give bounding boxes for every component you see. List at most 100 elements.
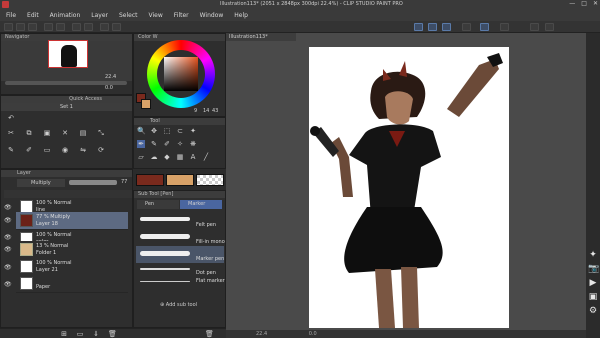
undo-button[interactable] bbox=[44, 23, 53, 31]
visibility-eye-icon[interactable]: 👁 bbox=[4, 281, 12, 288]
visibility-eye-icon[interactable]: 👁 bbox=[4, 204, 12, 211]
line-tool-icon[interactable]: ╱ bbox=[202, 153, 210, 161]
trash-icon[interactable]: 🗑 bbox=[205, 330, 214, 338]
close-button[interactable]: ✕ bbox=[593, 0, 598, 7]
animation-icon[interactable]: ▣ bbox=[588, 292, 598, 302]
camera-icon[interactable]: 📷 bbox=[588, 264, 599, 274]
tab-pen[interactable]: Pen bbox=[137, 200, 179, 209]
trash-icon[interactable]: 🗑 bbox=[108, 330, 117, 338]
subtool-marker-pen-1[interactable]: Marker pen 1 bbox=[136, 246, 229, 263]
visibility-eye-icon[interactable]: 👁 bbox=[4, 234, 12, 241]
layer-row[interactable]: Paper bbox=[16, 275, 128, 293]
zoom-tool-icon[interactable]: 🔍 bbox=[137, 127, 146, 135]
blend-mode-dropdown[interactable]: Multiply bbox=[17, 179, 65, 187]
transform-button[interactable] bbox=[84, 23, 93, 31]
show-grid-button[interactable] bbox=[480, 23, 489, 31]
scissors-icon[interactable]: ✂ bbox=[7, 129, 15, 137]
menu-file[interactable]: File bbox=[6, 12, 16, 19]
subtool-fill-in-mono-pen[interactable]: Fill-in mono pen bbox=[136, 229, 236, 246]
set-selector[interactable]: Set 1 bbox=[1, 103, 132, 111]
assets-button[interactable] bbox=[545, 23, 554, 31]
subtool-flat-marker[interactable]: Flat marker bbox=[136, 276, 225, 293]
copy-icon[interactable]: ⧉ bbox=[25, 129, 33, 137]
menu-select[interactable]: Select bbox=[119, 12, 138, 19]
snap-ruler-button[interactable] bbox=[414, 23, 423, 31]
navigator-preview[interactable] bbox=[48, 40, 88, 68]
redo-button[interactable] bbox=[56, 23, 65, 31]
reference-button[interactable] bbox=[500, 23, 509, 31]
video-icon[interactable]: ▶ bbox=[588, 278, 598, 288]
subtool-felt-pen[interactable]: Felt pen bbox=[136, 212, 224, 229]
canvas-tab[interactable]: Illustration113* bbox=[226, 33, 296, 41]
transform-icon[interactable]: ⤡ bbox=[97, 129, 105, 137]
deselect-button[interactable] bbox=[100, 23, 109, 31]
new-folder-icon[interactable]: ▭ bbox=[76, 330, 84, 338]
fill-icon[interactable]: ▤ bbox=[79, 129, 87, 137]
menu-edit[interactable]: Edit bbox=[27, 12, 39, 19]
select-tool-icon[interactable]: ⬚ bbox=[163, 127, 171, 135]
minimize-button[interactable]: — bbox=[569, 0, 575, 7]
undo-icon[interactable]: ↶ bbox=[7, 114, 15, 122]
visibility-eye-icon[interactable]: 👁 bbox=[4, 217, 12, 224]
layer-row[interactable]: 100 % Normal Layer 21 bbox=[16, 258, 128, 276]
eraser-tool-icon[interactable]: ▱ bbox=[137, 153, 145, 161]
tab-marker[interactable]: Marker bbox=[180, 200, 222, 209]
pencil-tool-icon[interactable]: ✎ bbox=[150, 140, 158, 148]
show-ruler-button[interactable] bbox=[462, 23, 471, 31]
layer-row[interactable]: 13 % Normal Folder 1 bbox=[16, 241, 128, 259]
fill-tool-icon[interactable]: ◆ bbox=[163, 153, 171, 161]
snap-grid-button[interactable] bbox=[442, 23, 451, 31]
menu-animation[interactable]: Animation bbox=[50, 12, 81, 19]
visibility-eye-icon[interactable]: 👁 bbox=[4, 264, 12, 271]
stamp-icon[interactable]: ◉ bbox=[61, 146, 69, 154]
transparent-color[interactable] bbox=[196, 174, 224, 186]
menu-layer[interactable]: Layer bbox=[91, 12, 108, 19]
eyedrop-icon[interactable]: ✎ bbox=[7, 146, 15, 154]
skirt bbox=[344, 207, 443, 273]
paste-icon[interactable]: ▣ bbox=[43, 129, 51, 137]
menu-help[interactable]: Help bbox=[234, 12, 248, 19]
menu-filter[interactable]: Filter bbox=[174, 12, 189, 19]
layer-thumbnail bbox=[20, 214, 33, 227]
open-button[interactable] bbox=[16, 23, 25, 31]
maximize-button[interactable]: □ bbox=[581, 0, 587, 7]
menu-view[interactable]: View bbox=[149, 12, 163, 19]
opacity-value: 77 bbox=[121, 179, 128, 185]
decoration-tool-icon[interactable]: ❋ bbox=[189, 140, 197, 148]
invert-selection-button[interactable] bbox=[112, 23, 121, 31]
opacity-slider[interactable] bbox=[69, 180, 117, 185]
canvas-paper[interactable] bbox=[309, 47, 509, 328]
merge-icon[interactable]: ⇓ bbox=[92, 330, 100, 338]
clip-studio-button[interactable] bbox=[530, 23, 539, 31]
text-tool-icon[interactable]: A bbox=[189, 153, 197, 161]
magic-wand-icon[interactable]: ✦ bbox=[189, 127, 197, 135]
saturation-value-square[interactable] bbox=[164, 57, 198, 91]
sub-color-swatch[interactable] bbox=[141, 99, 151, 109]
delete-icon[interactable]: ✕ bbox=[61, 129, 69, 137]
snap-special-ruler-button[interactable] bbox=[428, 23, 437, 31]
brush-icon[interactable]: ✐ bbox=[25, 146, 33, 154]
add-subtool-button[interactable]: ⊕ Add sub tool bbox=[160, 302, 197, 308]
shape-icon[interactable]: ▭ bbox=[43, 146, 51, 154]
lasso-tool-icon[interactable]: ⊂ bbox=[176, 127, 184, 135]
pen-tool-icon[interactable]: ✒ bbox=[137, 140, 145, 148]
sub-drawing-color[interactable] bbox=[166, 174, 194, 186]
airbrush-tool-icon[interactable]: ✧ bbox=[176, 140, 184, 148]
menu-window[interactable]: Window bbox=[200, 12, 224, 19]
clear-button[interactable] bbox=[72, 23, 81, 31]
move-tool-icon[interactable]: ✥ bbox=[150, 127, 158, 135]
visibility-eye-icon[interactable]: 👁 bbox=[4, 246, 12, 253]
layer-row[interactable]: 77 % Multiply Layer 18 bbox=[16, 212, 128, 230]
gear-icon[interactable]: ⚙ bbox=[588, 306, 598, 316]
color-readout-2: 14 bbox=[203, 108, 210, 114]
gradient-tool-icon[interactable]: ▦ bbox=[176, 153, 184, 161]
main-drawing-color[interactable] bbox=[136, 174, 164, 186]
blend-tool-icon[interactable]: ☁ bbox=[150, 153, 158, 161]
save-button[interactable] bbox=[28, 23, 37, 31]
flip-icon[interactable]: ⇋ bbox=[79, 146, 87, 154]
rotate-icon[interactable]: ⟳ bbox=[97, 146, 105, 154]
brush-tool-icon[interactable]: ✐ bbox=[163, 140, 171, 148]
sparkle-icon[interactable]: ✦ bbox=[588, 250, 598, 260]
new-file-button[interactable] bbox=[4, 23, 13, 31]
new-layer-icon[interactable]: ⊞ bbox=[60, 330, 68, 338]
